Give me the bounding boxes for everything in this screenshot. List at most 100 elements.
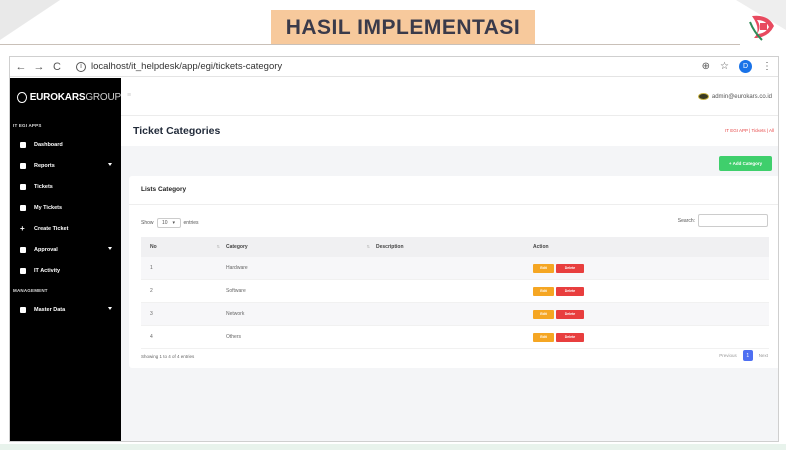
cell-action: Edit Delete <box>533 332 769 342</box>
cell-no: 3 <box>150 311 153 317</box>
cell-no: 1 <box>150 265 153 271</box>
chevron-down-icon: ▾ <box>172 220 176 226</box>
edit-button[interactable]: Edit <box>533 332 554 342</box>
pagination: Previous 1 Next <box>719 350 768 361</box>
category-table: No ⇅ Category ⇅ Description Action 1 Har… <box>141 237 769 349</box>
cell-category: Hardware <box>226 265 248 271</box>
user-email: admin@eurokars.co.id <box>711 93 772 100</box>
entries-length-value: 10 <box>161 220 168 226</box>
sort-icon: ⇅ <box>216 244 220 249</box>
search-input[interactable] <box>698 214 768 227</box>
bookmark-star-icon[interactable]: ☆ <box>720 61 729 72</box>
sidebar-item-label: My Tickets <box>34 204 63 211</box>
search-label: Search: <box>677 217 695 224</box>
sidebar-item-label: Tickets <box>34 183 53 190</box>
add-category-button[interactable]: + Add Category <box>719 156 772 171</box>
brand-name: EUROKARS <box>29 91 86 103</box>
activity-icon <box>20 267 26 274</box>
sidebar-section-management: MANAGEMENT <box>13 288 48 293</box>
reload-icon[interactable]: C <box>50 61 64 73</box>
edit-button[interactable]: Edit <box>533 286 554 296</box>
column-header-no[interactable]: No ⇅ <box>141 244 226 250</box>
table-search: Search: <box>678 214 768 227</box>
previous-page-button[interactable]: Previous <box>719 353 737 358</box>
sidebar: EUROKARS GROUP IT EGI APPS Dashboard Repo… <box>10 78 121 441</box>
entries-length-control: Show 10 ▾ entries <box>141 218 199 228</box>
sidebar-item-approval[interactable]: Approval <box>10 239 121 260</box>
cell-category: Software <box>226 288 246 294</box>
edit-button[interactable]: Edit <box>533 309 554 319</box>
tickets-icon <box>20 183 26 190</box>
sidebar-menu-management: Master Data <box>10 299 121 320</box>
zoom-icon[interactable]: ⊕ <box>702 61 710 72</box>
hamburger-menu-icon[interactable]: ≡ <box>127 92 131 99</box>
chevron-down-icon <box>108 307 112 310</box>
user-menu[interactable]: admin@eurokars.co.id <box>697 93 772 100</box>
sidebar-item-label: Reports <box>34 162 55 169</box>
main-content: ≡ admin@eurokars.co.id Ticket Categories… <box>121 78 778 441</box>
page-header: Ticket Categories IT EGI APP | Tickets |… <box>121 116 778 146</box>
forward-icon[interactable]: → <box>32 61 46 73</box>
slide-title-underline <box>0 44 740 45</box>
sidebar-item-master-data[interactable]: Master Data <box>10 299 121 320</box>
entries-length-select[interactable]: 10 ▾ <box>156 218 181 228</box>
web-page: EUROKARS GROUP IT EGI APPS Dashboard Repo… <box>10 78 778 441</box>
cell-action: Edit Delete <box>533 263 769 273</box>
my-tickets-icon <box>20 204 26 211</box>
sidebar-item-label: IT Activity <box>34 267 61 274</box>
cell-action: Edit Delete <box>533 309 769 319</box>
site-info-icon[interactable]: i <box>76 61 86 72</box>
chevron-down-icon <box>108 247 112 250</box>
cell-category: Network <box>226 311 245 317</box>
cell-action: Edit Delete <box>533 286 769 296</box>
slide-bottom-decoration <box>0 444 786 450</box>
table-header: No ⇅ Category ⇅ Description Action <box>141 237 769 257</box>
presentation-slide: HASIL IMPLEMENTASI ← → C i localhost/it_… <box>0 0 786 450</box>
table-body: 1 Hardware Edit Delete 2 Software Edit Delete 3 N… <box>141 257 769 349</box>
user-avatar <box>697 93 709 100</box>
page-1-button[interactable]: 1 <box>742 350 753 361</box>
cell-no: 4 <box>150 334 153 340</box>
sidebar-item-reports[interactable]: Reports <box>10 155 121 176</box>
reports-icon <box>20 162 26 169</box>
column-header-description[interactable]: Description <box>376 244 533 250</box>
browser-actions: ⊕ ☆ D ⋮ <box>702 60 772 73</box>
delete-button[interactable]: Delete <box>556 286 584 296</box>
browser-window: ← → C i localhost/it_helpdesk/app/egi/ti… <box>9 56 779 442</box>
brand-group: GROUP <box>85 91 121 103</box>
sidebar-item-label: Create Ticket <box>34 225 69 232</box>
table-row: 1 Hardware Edit Delete <box>141 257 769 280</box>
slide-logo-icon <box>749 15 774 41</box>
approval-icon <box>20 246 26 253</box>
breadcrumb[interactable]: IT EGI APP | Tickets | All <box>725 128 774 133</box>
brand-logo[interactable]: EUROKARS GROUP <box>10 78 121 116</box>
sidebar-item-tickets[interactable]: Tickets <box>10 176 121 197</box>
brand-emblem-icon <box>17 91 27 103</box>
column-label-description: Description <box>376 244 404 250</box>
delete-button[interactable]: Delete <box>556 309 584 319</box>
back-icon[interactable]: ← <box>14 61 28 73</box>
browser-menu-icon[interactable]: ⋮ <box>762 61 772 72</box>
sidebar-section-apps: IT EGI APPS <box>13 123 42 128</box>
edit-button[interactable]: Edit <box>533 263 554 273</box>
delete-button[interactable]: Delete <box>556 263 584 273</box>
column-label-no: No <box>150 244 157 250</box>
next-page-button[interactable]: Next <box>759 353 768 358</box>
sidebar-item-my-tickets[interactable]: My Tickets <box>10 197 121 218</box>
sidebar-item-it-activity[interactable]: IT Activity <box>10 260 121 281</box>
sidebar-item-label: Approval <box>34 246 58 253</box>
card-divider <box>129 204 778 205</box>
column-header-category[interactable]: Category ⇅ <box>226 244 376 250</box>
url-field[interactable]: localhost/it_helpdesk/app/egi/tickets-ca… <box>91 61 282 72</box>
slide-corner-decoration <box>0 0 60 40</box>
sidebar-item-dashboard[interactable]: Dashboard <box>10 134 121 155</box>
column-header-action: Action <box>533 244 769 250</box>
cell-no: 2 <box>150 288 153 294</box>
column-label-action: Action <box>533 244 549 250</box>
delete-button[interactable]: Delete <box>556 332 584 342</box>
sidebar-item-create-ticket[interactable]: + Create Ticket <box>10 218 121 239</box>
profile-avatar[interactable]: D <box>739 60 752 73</box>
page-title: Ticket Categories <box>133 125 221 137</box>
sidebar-menu: Dashboard Reports Tickets My Tickets + Create… <box>10 134 121 281</box>
master-data-icon <box>20 306 26 313</box>
